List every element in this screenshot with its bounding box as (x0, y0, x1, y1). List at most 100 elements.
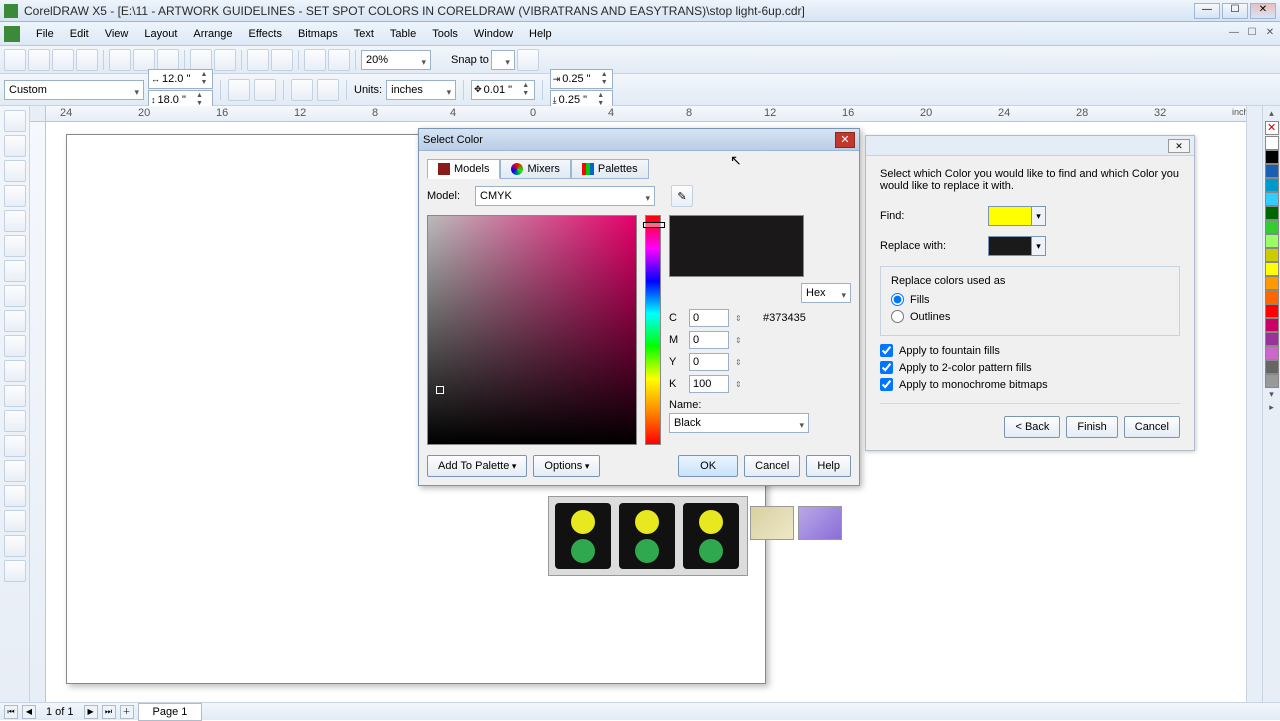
menu-tools[interactable]: Tools (424, 24, 466, 44)
palette-swatch[interactable] (1265, 220, 1279, 234)
rectangle-tool-icon[interactable] (4, 260, 26, 282)
menu-file[interactable]: File (28, 24, 62, 44)
close-button[interactable]: ✕ (1250, 3, 1276, 19)
minimize-button[interactable]: — (1194, 3, 1220, 19)
apply-mono-checkbox[interactable] (880, 378, 893, 391)
add-page-icon[interactable]: ＋ (120, 705, 134, 719)
paper-size-combo[interactable]: Custom (4, 80, 144, 100)
portrait-icon[interactable] (228, 79, 250, 101)
pick-tool-icon[interactable] (4, 110, 26, 132)
outlines-radio[interactable] (891, 310, 904, 323)
options-icon[interactable] (517, 49, 539, 71)
menu-layout[interactable]: Layout (136, 24, 185, 44)
text-tool-icon[interactable] (4, 360, 26, 382)
ok-button[interactable]: OK (678, 455, 738, 477)
doc-close-button[interactable]: ✕ (1262, 27, 1278, 41)
color-name-combo[interactable]: Black (669, 413, 809, 433)
import-icon[interactable] (247, 49, 269, 71)
horizontal-ruler[interactable]: 24 20 16 12 8 4 0 4 8 12 16 20 24 28 32 (46, 106, 1246, 122)
select-color-close-icon[interactable]: ✕ (835, 132, 855, 148)
zoom-tool-icon[interactable] (4, 185, 26, 207)
palette-swatch[interactable]: ✕ (1265, 121, 1279, 135)
duplicate-x-input[interactable]: ⇥▲▼ (550, 69, 614, 89)
find-color-dropdown[interactable]: ▾ (988, 206, 1046, 226)
find-replace-close-icon[interactable]: ✕ (1168, 139, 1190, 153)
find-replace-titlebar[interactable]: ✕ (866, 136, 1194, 156)
palette-swatch[interactable] (1265, 374, 1279, 388)
doc-minimize-button[interactable]: — (1226, 27, 1242, 41)
palette-swatch[interactable] (1265, 164, 1279, 178)
menu-table[interactable]: Table (382, 24, 424, 44)
tab-palettes[interactable]: Palettes (571, 159, 649, 179)
palette-swatch[interactable] (1265, 206, 1279, 220)
hex-format-combo[interactable]: Hex (801, 283, 851, 303)
palette-swatch[interactable] (1265, 150, 1279, 164)
doc-restore-button[interactable]: ☐ (1244, 27, 1260, 41)
landscape-icon[interactable] (254, 79, 276, 101)
vertical-ruler[interactable] (30, 122, 46, 702)
copy-icon[interactable] (133, 49, 155, 71)
nudge-input[interactable]: ✥▲▼ (471, 80, 535, 100)
page-tab[interactable]: Page 1 (138, 703, 203, 721)
menu-text[interactable]: Text (346, 24, 382, 44)
finish-button[interactable]: Finish (1066, 416, 1117, 438)
palette-flyout-icon[interactable]: ▸ (1265, 402, 1278, 414)
select-color-titlebar[interactable]: Select Color ✕ (419, 129, 859, 151)
palette-scroll-down-icon[interactable]: ▾ (1265, 389, 1278, 401)
c-input[interactable]: 0 (689, 309, 729, 327)
fill-tool-icon[interactable] (4, 535, 26, 557)
zoom-combo[interactable]: 20% (361, 50, 431, 70)
new-icon[interactable] (4, 49, 26, 71)
ruler-origin[interactable] (30, 106, 46, 122)
color-field[interactable] (427, 215, 637, 445)
current-page-icon[interactable] (317, 79, 339, 101)
menu-arrange[interactable]: Arrange (185, 24, 240, 44)
all-pages-icon[interactable] (291, 79, 313, 101)
app-launcher-icon[interactable] (304, 49, 326, 71)
dimension-tool-icon[interactable] (4, 410, 26, 432)
page-prev-icon[interactable]: ◀ (22, 705, 36, 719)
palette-swatch[interactable] (1265, 178, 1279, 192)
interactive-fill-tool-icon[interactable] (4, 560, 26, 582)
freehand-tool-icon[interactable] (4, 210, 26, 232)
palette-swatch[interactable] (1265, 360, 1279, 374)
table-tool-icon[interactable] (4, 385, 26, 407)
tab-mixers[interactable]: Mixers (500, 159, 570, 179)
cut-icon[interactable] (109, 49, 131, 71)
cancel-button[interactable]: Cancel (744, 455, 800, 477)
menu-help[interactable]: Help (521, 24, 560, 44)
page-next-icon[interactable]: ▶ (84, 705, 98, 719)
fills-radio[interactable] (891, 293, 904, 306)
palette-swatch[interactable] (1265, 290, 1279, 304)
maximize-button[interactable]: ☐ (1222, 3, 1248, 19)
crop-tool-icon[interactable] (4, 160, 26, 182)
menu-bitmaps[interactable]: Bitmaps (290, 24, 346, 44)
apply-2color-checkbox[interactable] (880, 361, 893, 374)
eyedropper-tool-icon[interactable] (4, 485, 26, 507)
page-width-input[interactable]: ↔▲▼ (148, 69, 213, 89)
palette-swatch[interactable] (1265, 262, 1279, 276)
menu-edit[interactable]: Edit (62, 24, 97, 44)
page-last-icon[interactable]: ⏭ (102, 705, 116, 719)
model-combo[interactable]: CMYK (475, 186, 655, 206)
palette-swatch[interactable] (1265, 192, 1279, 206)
tab-models[interactable]: Models (427, 159, 500, 179)
undo-icon[interactable] (190, 49, 212, 71)
export-icon[interactable] (271, 49, 293, 71)
print-icon[interactable] (76, 49, 98, 71)
palette-swatch[interactable] (1265, 304, 1279, 318)
palette-swatch[interactable] (1265, 276, 1279, 290)
palette-swatch[interactable] (1265, 332, 1279, 346)
page-first-icon[interactable]: ⏮ (4, 705, 18, 719)
help-button[interactable]: Help (806, 455, 851, 477)
menu-window[interactable]: Window (466, 24, 521, 44)
open-icon[interactable] (28, 49, 50, 71)
replace-color-dropdown[interactable]: ▾ (988, 236, 1046, 256)
add-to-palette-button[interactable]: Add To Palette (427, 455, 527, 477)
ellipse-tool-icon[interactable] (4, 285, 26, 307)
basic-shapes-tool-icon[interactable] (4, 335, 26, 357)
hue-slider-thumb[interactable] (643, 222, 665, 228)
palette-swatch[interactable] (1265, 234, 1279, 248)
palette-swatch[interactable] (1265, 248, 1279, 262)
options-button[interactable]: Options (533, 455, 600, 477)
